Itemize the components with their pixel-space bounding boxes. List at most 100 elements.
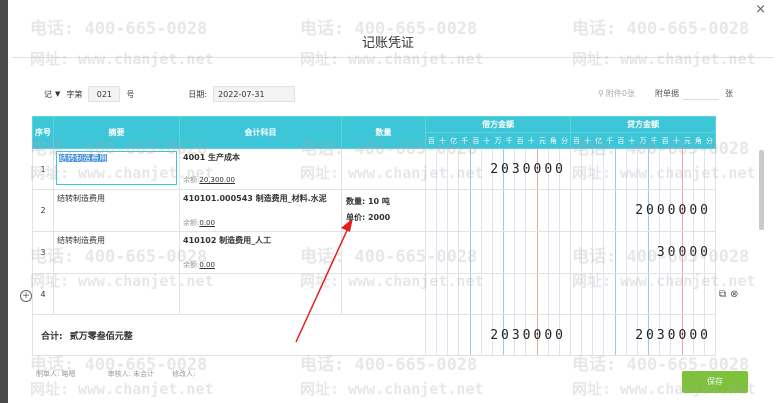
credit-cell[interactable] xyxy=(570,148,716,190)
digit-column xyxy=(448,149,460,189)
credit-cell[interactable]: 30000 xyxy=(570,231,716,274)
digit-unit-label: 百 xyxy=(661,136,669,145)
digit-unit-label: 千 xyxy=(505,136,513,145)
digit-column xyxy=(459,232,471,273)
table-row[interactable]: 1 结转制造费用 4001 生产成本 余额:20,300.00 2030000 xyxy=(32,148,716,190)
quantity-cell[interactable] xyxy=(341,231,426,274)
summary-input[interactable]: 结转制造费用 xyxy=(59,154,107,163)
digit-column xyxy=(683,149,694,189)
voucher-word-select[interactable]: 记 ▼ xyxy=(44,89,60,100)
digit-column xyxy=(572,149,583,189)
digit-unit-label: 千 xyxy=(461,136,469,145)
balance-label: 余额: xyxy=(183,261,200,269)
digit-column xyxy=(560,275,570,314)
account-name: 410101.000543 制造费用_材料.水泥 xyxy=(183,194,327,203)
close-icon[interactable]: × xyxy=(755,2,766,17)
voucher-number-input[interactable]: 021 xyxy=(88,86,121,102)
digit-unit-label: 亿 xyxy=(450,136,458,145)
digit-column xyxy=(515,190,527,231)
credit-amount: 2000000 xyxy=(635,203,711,218)
digit-unit-label: 十 xyxy=(439,136,447,145)
digit-column xyxy=(683,274,694,314)
copy-row-icon[interactable]: ⧉ xyxy=(719,289,726,300)
credit-digit-header: 百十亿千百十万千百十元角分 xyxy=(570,132,716,149)
attach-count-input[interactable] xyxy=(682,87,719,100)
digit-column xyxy=(504,274,516,314)
delete-row-icon[interactable]: ⊗ xyxy=(730,289,738,300)
summary-cell[interactable]: 结转制造费用 xyxy=(53,189,180,232)
digit-column xyxy=(593,149,605,189)
digit-column xyxy=(482,190,493,231)
digit-unit-label: 元 xyxy=(683,136,691,145)
digit-column xyxy=(649,274,661,314)
total-in-words: 贰万零叁佰元整 xyxy=(69,331,133,342)
debit-amount xyxy=(566,191,570,231)
attachment-link[interactable]: 附件0张 xyxy=(606,88,635,99)
digit-column xyxy=(616,149,627,189)
left-edge xyxy=(0,0,8,403)
page-title: 记账凭证 xyxy=(361,36,414,51)
credit-cell[interactable]: 2000000 xyxy=(570,189,716,232)
digit-column xyxy=(604,274,616,314)
digit-column xyxy=(526,190,538,231)
digit-column xyxy=(504,232,516,273)
col-debit: 借方金额 xyxy=(425,116,571,133)
digit-column xyxy=(705,275,715,314)
table-row[interactable]: 4 xyxy=(32,273,716,315)
account-cell[interactable] xyxy=(179,273,342,315)
credit-cell[interactable] xyxy=(570,273,716,315)
debit-cell[interactable] xyxy=(425,189,571,232)
hao-label: 号 xyxy=(126,89,135,99)
quantity-cell[interactable]: 数量: 10 吨 单价: 2000 xyxy=(341,189,426,232)
digit-column xyxy=(604,315,616,355)
digit-column xyxy=(515,232,527,273)
debit-cell[interactable] xyxy=(425,231,571,274)
digit-column xyxy=(427,232,438,273)
date-label: 日期: xyxy=(188,89,208,99)
row-actions: ⧉ ⊗ xyxy=(719,289,739,300)
digit-column xyxy=(482,232,493,273)
quantity-cell[interactable] xyxy=(341,273,426,315)
save-button[interactable]: 保存 xyxy=(682,371,748,393)
col-summary: 摘要 xyxy=(53,116,180,149)
row-number: 2 xyxy=(32,189,54,232)
digit-column xyxy=(448,190,460,231)
digit-column xyxy=(427,274,438,314)
summary-cell[interactable]: 结转制造费用 xyxy=(53,148,180,190)
account-balance: 余额:20,300.00 xyxy=(183,175,338,185)
digit-column xyxy=(660,149,672,189)
poster-label: 修改人: xyxy=(172,370,196,378)
account-cell[interactable]: 4001 生产成本 余额:20,300.00 xyxy=(179,148,342,190)
digit-column xyxy=(582,232,594,273)
account-cell[interactable]: 410102 制造费用_人工 余额:0.00 xyxy=(179,231,342,274)
total-label: 合计: xyxy=(41,331,63,342)
voucher-word: 记 xyxy=(44,89,52,99)
col-quantity: 数量 xyxy=(341,116,426,149)
digit-column xyxy=(471,274,482,314)
digit-column xyxy=(459,190,471,231)
summary-cell[interactable]: 结转制造费用 xyxy=(53,231,180,274)
digit-column xyxy=(549,190,560,231)
digit-column xyxy=(638,274,650,314)
add-row-icon[interactable]: + xyxy=(20,290,32,302)
digit-column xyxy=(582,190,594,231)
debit-cell[interactable]: 2030000 xyxy=(425,148,571,190)
digit-unit-label: 十 xyxy=(672,136,680,145)
balance-value: 20,300.00 xyxy=(199,176,235,184)
scrollbar[interactable] xyxy=(759,150,764,230)
account-cell[interactable]: 410101.000543 制造费用_材料.水泥 余额:0.00 xyxy=(179,189,342,232)
digit-column xyxy=(427,149,438,189)
table-row[interactable]: 2 结转制造费用 410101.000543 制造费用_材料.水泥 余额:0.0… xyxy=(32,189,716,232)
total-row: 合计: 贰万零叁佰元整 2030000 2030000 xyxy=(32,314,716,356)
summary-cell[interactable] xyxy=(53,273,180,315)
date-input[interactable]: 2022-07-31 xyxy=(213,86,296,102)
quantity-line: 数量: 10 吨 xyxy=(346,197,390,206)
digit-column xyxy=(538,232,549,273)
digit-column xyxy=(471,149,482,189)
debit-cell[interactable] xyxy=(425,273,571,315)
quantity-cell[interactable] xyxy=(341,148,426,190)
table-row[interactable]: 3 结转制造费用 410102 制造费用_人工 余额:0.00 30000 xyxy=(32,231,716,274)
digit-column xyxy=(649,149,661,189)
attachment-area: ⚲ 附件0张 附单据 张 xyxy=(598,87,733,100)
digit-column xyxy=(504,190,516,231)
